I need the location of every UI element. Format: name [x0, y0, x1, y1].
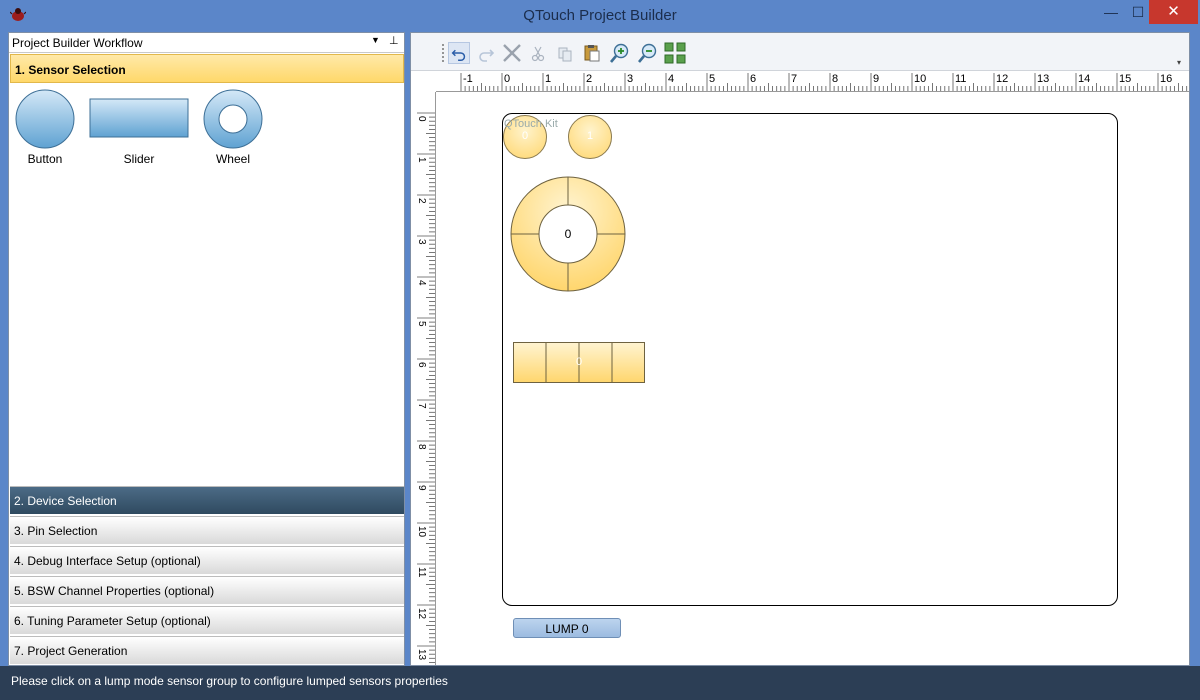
slider-label: 0 [575, 356, 583, 368]
ruler-label: 1 [545, 73, 551, 85]
ruler-label: 3 [416, 239, 427, 245]
ruler-label: 5 [709, 73, 715, 85]
ruler-label: 13 [1037, 73, 1049, 85]
ruler-label: 2 [586, 73, 592, 85]
delete-icon[interactable] [501, 42, 523, 64]
toolbar-overflow-icon[interactable]: ▾ [1177, 58, 1181, 67]
ruler-label: 12 [416, 608, 427, 620]
panel-dropdown-icon[interactable]: ▼ [371, 35, 380, 45]
horizontal-ruler: -1 0 1 2 3 4 5 6 7 8 9 10 11 12 13 14 15 16 [436, 71, 1189, 92]
step-pin-selection[interactable]: 3. Pin Selection [10, 516, 404, 544]
kit-label: QTouch Kit [504, 118, 558, 130]
title-bar: QTouch Project Builder — ☐ ✕ [0, 0, 1200, 31]
ruler-label: 14 [1078, 73, 1090, 85]
ruler-label: 9 [873, 73, 879, 85]
step-label: 7. Project Generation [14, 644, 128, 658]
paste-icon[interactable] [581, 42, 603, 64]
step-debug-interface-setup[interactable]: 4. Debug Interface Setup (optional) [10, 546, 404, 574]
ruler-label: 10 [914, 73, 926, 85]
ruler-label: 6 [750, 73, 756, 85]
ruler-label: 6 [416, 362, 427, 368]
sensor-tool-label: Wheel [215, 152, 250, 166]
ruler-label: 5 [416, 321, 427, 327]
panel-title: Project Builder Workflow [12, 36, 143, 50]
ruler-label: 7 [791, 73, 797, 85]
cut-icon[interactable] [527, 42, 549, 64]
status-text: Please click on a lump mode sensor group… [11, 674, 448, 688]
wheel-label: 0 [564, 227, 572, 241]
sensor-tool-label: Button [27, 152, 63, 166]
step-bsw-channel-properties[interactable]: 5. BSW Channel Properties (optional) [10, 576, 404, 604]
lump-sensor-group-button[interactable]: LUMP 0 [513, 618, 621, 638]
zoom-out-icon[interactable] [637, 42, 659, 64]
ruler-label: 8 [416, 444, 427, 450]
ruler-label: 15 [1119, 73, 1131, 85]
minimize-button[interactable]: — [1097, 0, 1125, 24]
fit-to-window-icon[interactable] [664, 42, 686, 64]
status-bar: Please click on a lump mode sensor group… [0, 666, 1200, 700]
ruler-label: 8 [832, 73, 838, 85]
sensor-label: 1 [586, 130, 594, 142]
close-button[interactable]: ✕ [1149, 0, 1198, 24]
vertical-ruler: 012345678910111213 [416, 92, 436, 665]
workflow-panel: Project Builder Workflow ▼ ⊥ 1. Sensor S… [8, 32, 405, 666]
step-label: 2. Device Selection [14, 494, 117, 508]
ruler-label: 0 [416, 116, 427, 122]
wheel-sensor-icon [203, 89, 263, 149]
ruler-label: 16 [1160, 73, 1172, 85]
ruler-label: 7 [416, 403, 427, 409]
ruler-label: 4 [668, 73, 674, 85]
panel-pin-icon[interactable]: ⊥ [389, 34, 399, 47]
ruler-label: 10 [416, 526, 427, 538]
sensor-tool-label: Slider [123, 152, 155, 166]
step-sensor-selection[interactable]: 1. Sensor Selection [10, 54, 404, 83]
ruler-label: 13 [416, 649, 427, 661]
ruler-label: 12 [996, 73, 1008, 85]
sensor-tool-button[interactable]: Button [14, 88, 76, 166]
step-label: 4. Debug Interface Setup (optional) [14, 554, 201, 568]
step-label: 3. Pin Selection [14, 524, 98, 538]
sensor-tool-slider[interactable]: Slider [89, 88, 189, 166]
panel-header: Project Builder Workflow ▼ ⊥ [9, 33, 404, 53]
slider-sensor-icon [89, 98, 189, 138]
button-sensor-icon [15, 89, 75, 149]
step-project-generation[interactable]: 7. Project Generation [10, 636, 404, 664]
zoom-in-icon[interactable] [609, 42, 631, 64]
ruler-label: -1 [463, 73, 473, 85]
ruler-label: 11 [955, 73, 966, 85]
ruler-label: 9 [416, 485, 427, 491]
ruler-label: 3 [627, 73, 633, 85]
undo-icon[interactable] [448, 42, 470, 64]
ruler-label: 4 [416, 280, 427, 286]
step-label: 5. BSW Channel Properties (optional) [14, 584, 215, 598]
sensor-tool-wheel[interactable]: Wheel [202, 88, 264, 166]
step-tuning-parameter-setup[interactable]: 6. Tuning Parameter Setup (optional) [10, 606, 404, 634]
step-device-selection[interactable]: 2. Device Selection [10, 486, 404, 514]
copy-icon[interactable] [554, 42, 576, 64]
ruler-label: 2 [416, 198, 427, 204]
design-canvas-frame: ▾ -1 0 1 2 3 4 5 6 7 8 9 10 11 12 13 14 15 16 01234567891… [410, 32, 1190, 666]
step-label: 6. Tuning Parameter Setup (optional) [14, 614, 211, 628]
sensor-button-1[interactable]: 1 [568, 115, 612, 159]
design-area[interactable]: 0 QTouch Kit 1 0 0 LUMP 0 [436, 92, 1189, 665]
redo-icon[interactable] [475, 42, 497, 64]
canvas-toolbar: ▾ [411, 33, 1189, 71]
step-label: 1. Sensor Selection [15, 63, 126, 77]
window-title: QTouch Project Builder [523, 7, 677, 24]
ruler-label: 11 [416, 567, 427, 578]
toolbar-grip-icon [442, 44, 444, 62]
lump-label: LUMP 0 [545, 622, 589, 636]
ruler-label: 1 [416, 157, 427, 163]
maximize-button[interactable]: ☐ [1124, 0, 1152, 24]
sensor-label: 0 [521, 130, 529, 142]
ruler-label: 0 [504, 73, 510, 85]
